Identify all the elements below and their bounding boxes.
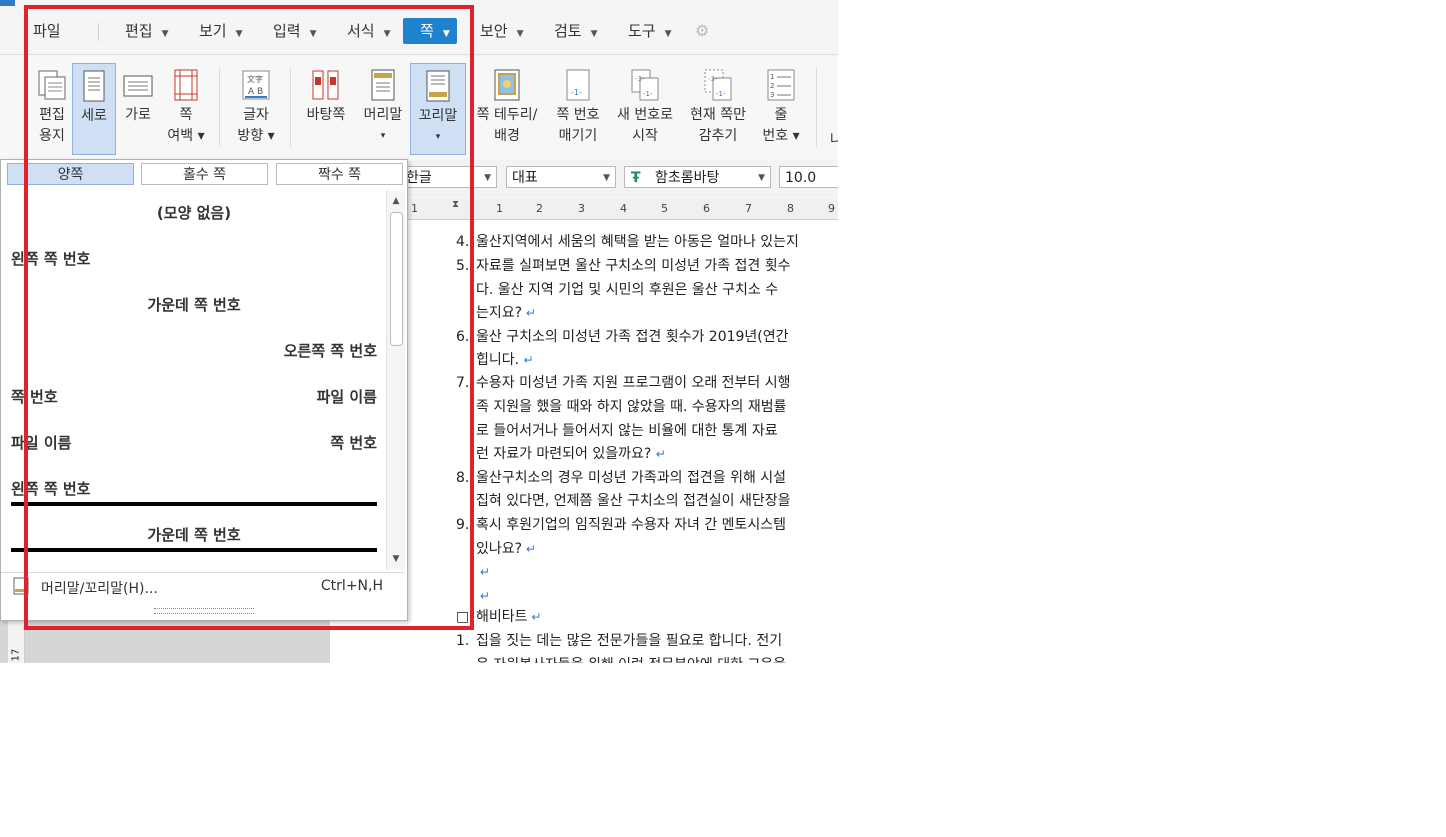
svg-text:-1-: -1- — [716, 90, 726, 98]
document-line[interactable]: 다. 울산 지역 기업 및 시민의 후원은 울산 구치소 수 — [456, 279, 778, 299]
list-number: 1. — [456, 633, 470, 649]
hide-current-button[interactable]: -3- -1- 현재 쪽만 감추기 — [684, 63, 752, 153]
svg-text:-3-: -3- — [635, 75, 645, 83]
ruler-tick: 9 — [828, 202, 835, 215]
line-text: 집을 짓는 데는 많은 전문가들을 필요로 합니다. 전기 — [476, 633, 783, 649]
document-line[interactable]: 4. 울산지역에서 세움의 혜택을 받는 아동은 얼마나 있는지 — [456, 231, 799, 251]
paragraph-mark-icon: ↵ — [655, 447, 666, 461]
vertical-ruler: 17 — [8, 620, 25, 663]
menu-tools[interactable]: 도구 ▼ — [628, 18, 672, 44]
svg-text:-1-: -1- — [571, 88, 582, 97]
document-line[interactable]: 6. 울산 구치소의 미성년 가족 접견 횟수가 2019년(연간 — [456, 326, 789, 346]
ruler-tick: 3 — [578, 202, 585, 215]
svg-text:2: 2 — [770, 82, 774, 90]
page-border-label1: 쪽 테두리/ — [476, 107, 538, 123]
paragraph-mark-icon: ↵ — [522, 306, 536, 320]
document-line[interactable]: 8. 울산구치소의 경우 미성년 가족과의 접견을 위해 시설 — [456, 467, 786, 487]
document-line[interactable]: 족 지원을 했을 때와 하지 않았을 때. 수용자의 재범률 — [456, 396, 787, 416]
svg-text:1: 1 — [770, 73, 774, 81]
line-text: 로 들어서거나 들어서지 않는 비율에 대한 통계 자료 — [476, 423, 778, 439]
line-text: 다. 울산 지역 기업 및 시민의 후원은 울산 구치소 수 — [476, 282, 779, 298]
ruler-tick: 4 — [620, 202, 627, 215]
ruler-tick: 1 — [496, 202, 503, 215]
document-line[interactable]: 5. 자료를 실펴보면 울산 구치소의 미성년 가족 접견 횟수 — [456, 255, 791, 275]
line-text: 집혀 있다면, 언제쯤 울산 구치소의 접견실이 새단장을 — [476, 493, 791, 509]
ruler-tick: 5 — [661, 202, 668, 215]
new-number-label1: 새 번호로 — [617, 107, 673, 123]
ruler-tick: 6 — [703, 202, 710, 215]
page-number-label2: 매기기 — [558, 128, 598, 144]
line-text: 울산지역에서 세움의 혜택을 받는 아동은 얼마나 있는지 — [476, 234, 799, 250]
document-line[interactable]: 집혀 있다면, 언제쯤 울산 구치소의 접견실이 새단장을 — [456, 490, 791, 510]
line-text: 힙니다. — [476, 352, 524, 368]
document-line[interactable]: 1. 집을 짓는 데는 많은 전문가들을 필요로 합니다. 전기 — [456, 630, 782, 650]
style-select[interactable]: 대표 ▼ — [506, 166, 616, 188]
ruler-tick: 2 — [536, 202, 543, 215]
hide-current-icon: -3- -1- — [704, 69, 732, 101]
document-line[interactable]: 은 자원봉사자들을 위해 이런 전문분야에 대한 교육을 — [456, 654, 786, 663]
svg-text:-1-: -1- — [643, 90, 653, 98]
page-number-button[interactable]: -1- 쪽 번호 매기기 — [548, 63, 608, 153]
paragraph-mark-icon: ↵ — [523, 353, 534, 367]
document-line[interactable]: 런 자료가 마련되어 있을까요? ↵ — [456, 443, 666, 463]
highlight-box — [24, 5, 474, 630]
document-line[interactable]: 로 들어서거나 들어서지 않는 비율에 대한 통계 자료 — [456, 420, 778, 440]
ruler-tick: 8 — [787, 202, 794, 215]
font-size-select[interactable]: 10.0 — [779, 166, 838, 188]
font-icon: Ŧ — [631, 170, 641, 186]
collaboration-icon[interactable]: ⚙ — [695, 18, 709, 44]
line-text: 혹시 후원기업의 임직원과 수용자 자녀 간 멘토시스템 — [476, 517, 787, 533]
page-border-button[interactable]: 쪽 테두리/ 배경 — [472, 63, 542, 153]
paragraph-mark-icon: ↵ — [476, 565, 490, 579]
new-number-button[interactable]: -3- -1- 새 번호로 시작 — [612, 63, 678, 153]
page-number-label1: 쪽 번호 — [556, 107, 600, 123]
line-number-icon: 123 — [767, 69, 795, 101]
line-text: 런 자료가 마련되어 있을까요? — [476, 446, 656, 462]
line-text: 은 자원봉사자들을 위해 이런 전문분야에 대한 교육을 — [476, 657, 786, 663]
line-text: 족 지원을 했을 때와 하지 않았을 때. 수용자의 재범률 — [476, 399, 787, 415]
svg-text:-3-: -3- — [708, 75, 718, 83]
paragraph-mark-icon: ↵ — [476, 589, 490, 603]
line-text: 는지요? — [476, 305, 523, 321]
line-text: 울산구치소의 경우 미성년 가족과의 접견을 위해 시설 — [476, 470, 787, 486]
ribbon-separator — [816, 67, 817, 147]
paragraph-mark-icon: ↵ — [522, 542, 536, 556]
ruler-tick: 7 — [745, 202, 752, 215]
line-text: 해비타트 — [476, 609, 528, 625]
line-text: 수용자 미성년 가족 지원 프로그램이 오래 전부터 시행 — [476, 375, 791, 391]
hide-current-label2: 감추기 — [698, 128, 738, 144]
paragraph-mark-icon: ↵ — [527, 610, 542, 624]
new-number-icon: -3- -1- — [631, 69, 659, 101]
line-text: 자료를 실펴보면 울산 구치소의 미성년 가족 접견 횟수 — [476, 258, 791, 274]
hwp-window: 파일 편집 ▼ 보기 ▼ 입력 ▼ 서식 ▼ 쪽 ▼ 보안 ▼ 검토 ▼ 도구 ▼ ⚙ 편집 용… — [0, 0, 838, 663]
document-line[interactable]: 7. 수용자 미성년 가족 지원 프로그램이 오래 전부터 시행 — [456, 372, 791, 392]
line-text: 울산 구치소의 미성년 가족 접견 횟수가 2019년(연간 — [476, 329, 789, 345]
document-line[interactable]: 9. 혹시 후원기업의 임직원과 수용자 자녀 간 멘토시스템 — [456, 514, 786, 534]
menu-review[interactable]: 검토 ▼ — [554, 18, 598, 44]
svg-text:3: 3 — [770, 91, 774, 99]
hide-current-label1: 현재 쪽만 — [690, 107, 746, 123]
page-border-label2: 배경 — [494, 128, 520, 144]
ribbon-cut-label[interactable]: 나 — [830, 129, 838, 149]
new-number-label2: 시작 — [632, 128, 658, 144]
line-number-button[interactable]: 123 줄 번호 ▾ — [756, 63, 806, 153]
page-border-icon — [494, 69, 520, 101]
line-text: 있나요? — [476, 541, 523, 557]
font-select[interactable]: Ŧ 함초롬바탕 ▼ — [624, 166, 771, 188]
page-number-icon: -1- — [566, 69, 590, 101]
menu-security[interactable]: 보안 ▼ — [480, 18, 524, 44]
line-number-label2: 번호 ▾ — [762, 128, 800, 144]
line-number-label1: 줄 — [774, 107, 788, 123]
